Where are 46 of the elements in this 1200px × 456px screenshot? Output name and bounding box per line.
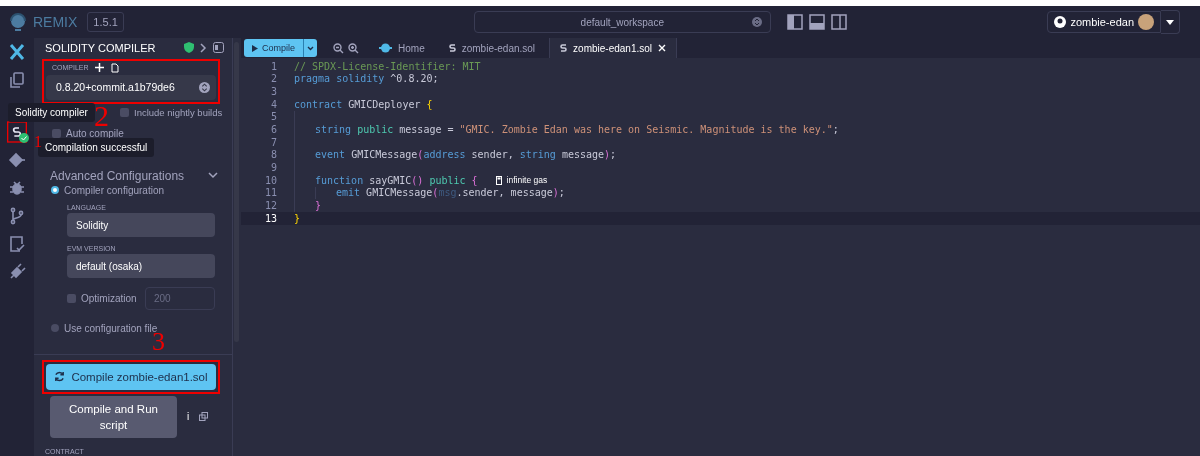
checkbox-label: Auto compile <box>66 128 124 140</box>
handwritten-number: 2 <box>94 103 109 129</box>
version-label: 1.5.1 <box>87 12 124 32</box>
compile-button[interactable]: Compile <box>244 39 303 57</box>
checkbox-label: Include nightly builds <box>134 107 223 119</box>
panel-title: SOLIDITY COMPILER <box>45 41 157 54</box>
tooltip: Solidity compiler <box>8 103 95 122</box>
editor-tab[interactable]: zombie-edan1.sol <box>549 38 677 58</box>
editor-tab[interactable]: Home <box>369 38 435 58</box>
line-number: 4 <box>269 98 277 110</box>
line-number: 5 <box>269 111 277 123</box>
compile-button[interactable]: Compile zombie-edan1.sol <box>46 363 216 390</box>
line-number: 9 <box>269 162 277 174</box>
code-line: contract GMICDeployer { <box>294 98 433 110</box>
user-button[interactable]: zombie-edan <box>1047 11 1161 33</box>
radio-label: Use configuration file <box>64 322 158 334</box>
line-number: 6 <box>269 124 277 136</box>
line-number: 8 <box>269 149 277 161</box>
checkbox-label: Optimization <box>81 293 137 305</box>
code-line: function sayGMIC() public { <box>315 174 478 186</box>
section-title: Advanced Configurations <box>50 168 185 183</box>
line-number: 11 <box>263 187 277 199</box>
line-number: 2 <box>269 73 277 85</box>
code-line: pragma solidity ^0.8.20; <box>294 73 439 85</box>
compile-and-run-button[interactable]: Compile and Run script <box>50 395 177 438</box>
line-number: 12 <box>263 200 277 212</box>
app-name: REMIX <box>33 14 78 30</box>
workspace-select[interactable]: default_workspace <box>473 11 771 33</box>
code-line: string public message = "GMIC. Zombie Edan was here on Seismic. Magnitude is the key."; <box>315 124 839 136</box>
evm-version-select[interactable]: default (osaka) <box>67 254 215 279</box>
language-select[interactable]: Solidity <box>67 213 215 238</box>
line-number: 1 <box>269 60 277 72</box>
gas-estimate: infinite gas <box>506 175 548 186</box>
line-number: 10 <box>263 174 277 186</box>
code-line: } <box>294 212 301 224</box>
info-button[interactable]: i <box>187 411 190 423</box>
line-number: 3 <box>269 86 277 98</box>
code-line: // SPDX-License-Identifier: MIT <box>294 60 481 72</box>
editor-tab[interactable]: zombie-edan.sol <box>438 38 546 58</box>
line-number: 13 <box>263 212 277 224</box>
code-line: emit GMICMessage(msg.sender, message); <box>336 187 565 199</box>
code-line: } <box>315 200 322 212</box>
compiler-version-select[interactable]: 0.8.20+commit.a1b79de6 <box>46 74 216 100</box>
radio-label: Compiler configuration <box>64 185 165 196</box>
line-number: 7 <box>269 136 277 148</box>
code-line: event GMICMessage(address sender, string message); <box>315 149 617 161</box>
